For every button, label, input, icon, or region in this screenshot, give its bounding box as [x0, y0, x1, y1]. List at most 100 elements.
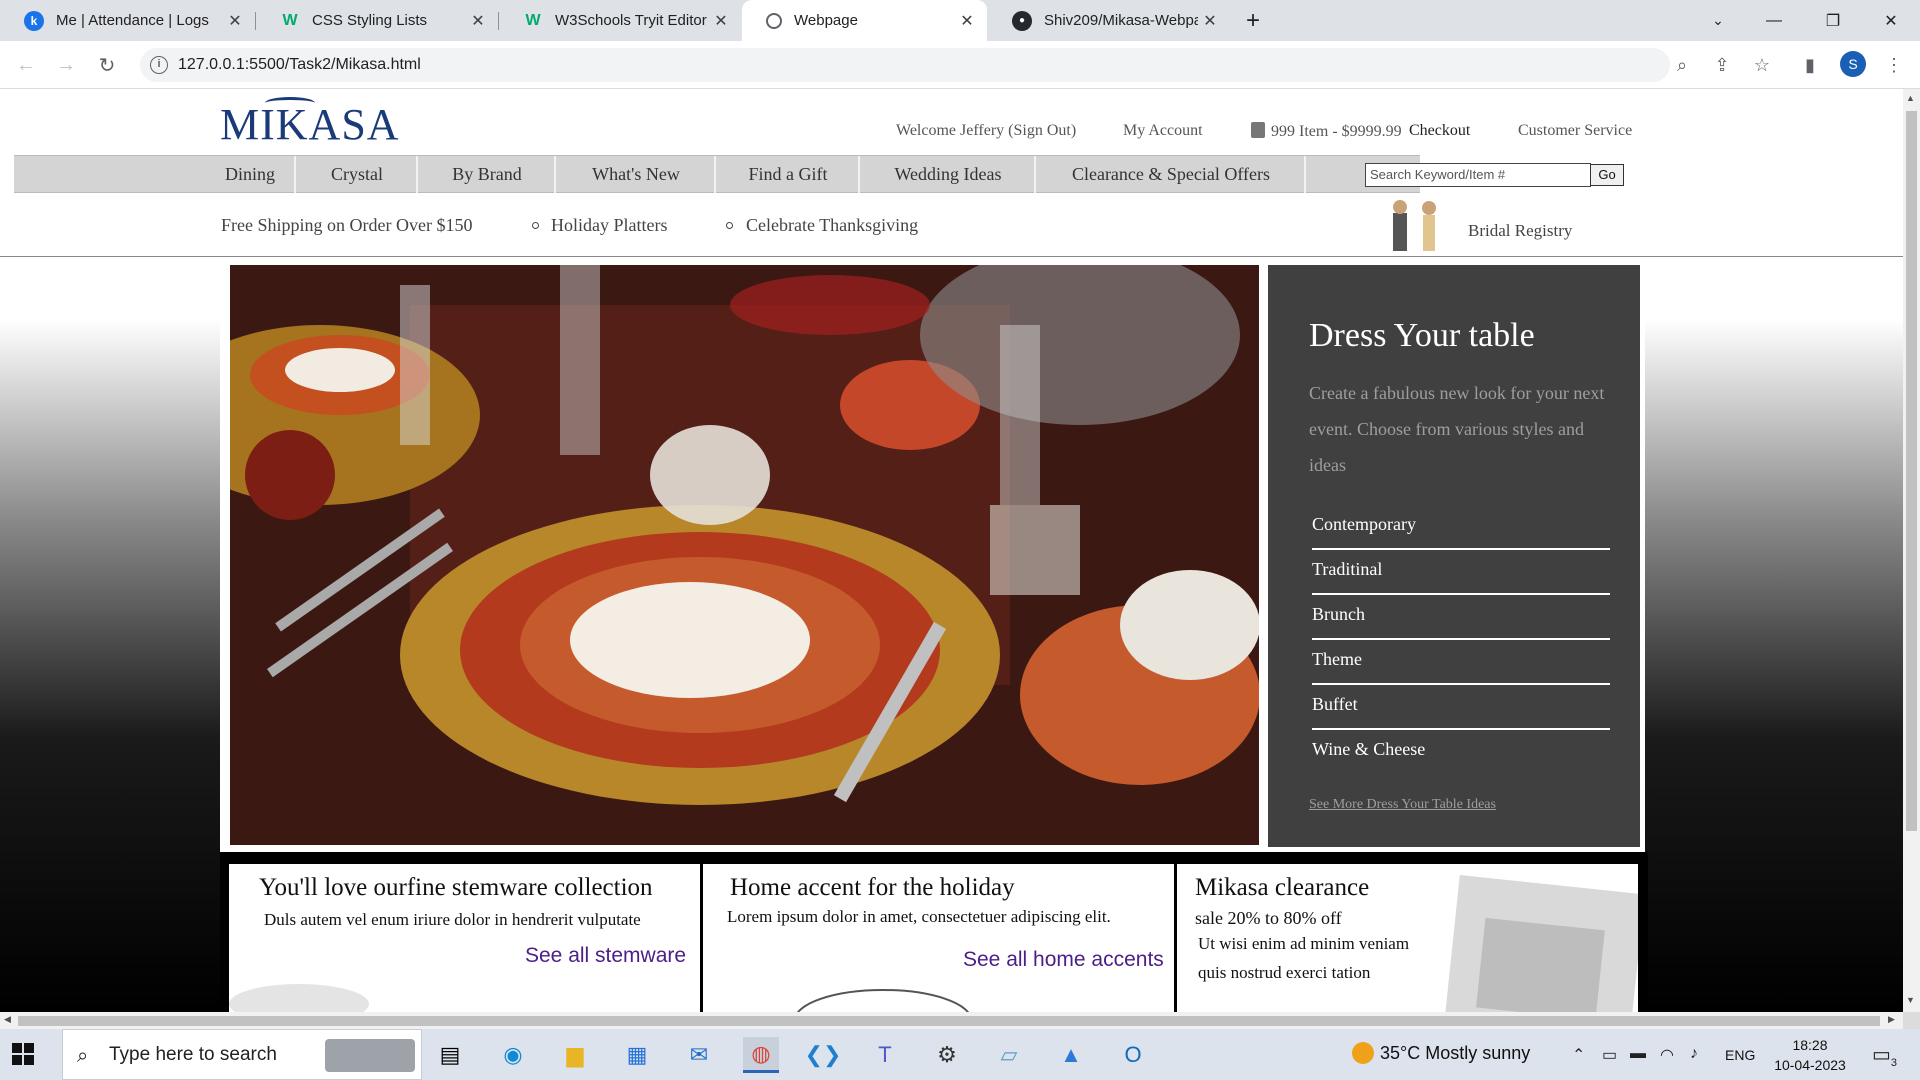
- scroll-down-icon[interactable]: ▼: [1906, 995, 1915, 1005]
- search-input[interactable]: Search Keyword/Item #: [1365, 163, 1591, 187]
- vscode-icon[interactable]: ❮❯: [805, 1037, 842, 1073]
- stemware-image: [229, 984, 369, 1012]
- holiday-platters-link[interactable]: Holiday Platters: [551, 215, 667, 236]
- url-text[interactable]: 127.0.0.1:5500/Task2/Mikasa.html: [178, 56, 421, 74]
- notepad-icon[interactable]: ▱: [991, 1037, 1027, 1073]
- nav-clearance[interactable]: Clearance & Special Offers: [1038, 156, 1306, 193]
- wifi-icon[interactable]: ◠: [1660, 1045, 1674, 1065]
- close-tab-icon[interactable]: ✕: [466, 11, 490, 31]
- weather-text[interactable]: 35°C Mostly sunny: [1350, 1043, 1530, 1064]
- promo-home-accents: Home accent for the holiday Lorem ipsum …: [703, 864, 1174, 1012]
- side-panel-icon[interactable]: ▮: [1798, 53, 1822, 77]
- cart-count: 999 Item - $9999.99: [1271, 123, 1402, 140]
- my-account-link[interactable]: My Account: [1123, 122, 1203, 140]
- volume-icon[interactable]: ♪: [1690, 1045, 1698, 1063]
- tab-tryit-editor[interactable]: W W3Schools Tryit Editor ✕: [499, 0, 741, 41]
- see-all-stemware-link[interactable]: See all stemware: [525, 944, 686, 968]
- dress-item-contemporary[interactable]: Contemporary: [1312, 505, 1610, 550]
- language-indicator[interactable]: ENG: [1725, 1047, 1755, 1063]
- restore-button[interactable]: ❐: [1810, 0, 1856, 41]
- file-explorer-icon[interactable]: ▆: [557, 1037, 593, 1073]
- bookmark-star-icon[interactable]: ☆: [1750, 53, 1774, 77]
- dress-item-brunch[interactable]: Brunch: [1312, 595, 1610, 640]
- page-viewport: MIKASA Welcome Jeffery (Sign Out) My Acc…: [0, 89, 1903, 1012]
- promo-clearance: Mikasa clearance sale 20% to 80% off Ut …: [1177, 864, 1638, 1012]
- notification-icon[interactable]: ▭3: [1872, 1042, 1897, 1069]
- scroll-thumb[interactable]: [18, 1016, 1880, 1026]
- vertical-scrollbar[interactable]: ▲ ▼: [1903, 89, 1920, 1012]
- close-tab-icon[interactable]: ✕: [223, 11, 247, 31]
- mail-icon[interactable]: ✉: [681, 1037, 717, 1073]
- tab-search-icon[interactable]: ⌄: [1695, 0, 1741, 41]
- tab-attendance[interactable]: k Me | Attendance | Logs ✕: [0, 0, 255, 41]
- windows-start-icon[interactable]: [12, 1043, 34, 1065]
- taskbar-search[interactable]: ⌕ Type here to search: [62, 1029, 422, 1080]
- tab-webpage[interactable]: Webpage ✕: [742, 0, 987, 41]
- share-icon[interactable]: ⇪: [1710, 53, 1734, 77]
- teams-icon[interactable]: T: [867, 1037, 903, 1073]
- photos-icon[interactable]: ▲: [1053, 1037, 1089, 1073]
- nav-whats-new[interactable]: What's New: [558, 156, 716, 193]
- close-window-button[interactable]: ✕: [1868, 0, 1914, 41]
- address-bar[interactable]: i 127.0.0.1:5500/Task2/Mikasa.html: [140, 48, 1670, 82]
- forward-icon[interactable]: →: [52, 51, 80, 79]
- outlook-icon[interactable]: O: [1115, 1037, 1151, 1073]
- dress-item-traditinal[interactable]: Traditinal: [1312, 550, 1610, 595]
- tray-app-icon[interactable]: ▭: [1602, 1045, 1617, 1065]
- close-tab-icon[interactable]: ✕: [955, 11, 979, 31]
- celebrate-thanksgiving-link[interactable]: Celebrate Thanksgiving: [746, 215, 918, 236]
- dress-item-wine-cheese[interactable]: Wine & Cheese: [1312, 730, 1610, 775]
- table-setting-image: [230, 265, 1259, 845]
- customer-service-link[interactable]: Customer Service: [1518, 122, 1632, 140]
- clock[interactable]: 18:28 10-04-2023: [1770, 1035, 1850, 1075]
- promo-stemware: You'll love ourfine stemware collection …: [229, 864, 700, 1012]
- welcome-signout-link[interactable]: Welcome Jeffery (Sign Out): [896, 122, 1076, 140]
- tab-css-lists[interactable]: W CSS Styling Lists ✕: [256, 0, 498, 41]
- zoom-icon[interactable]: ⌕: [1670, 53, 1694, 77]
- weather-value: 35°C Mostly sunny: [1380, 1043, 1531, 1063]
- scroll-right-icon[interactable]: ▶: [1888, 1014, 1895, 1025]
- nav-by-brand[interactable]: By Brand: [420, 156, 556, 193]
- task-view-icon[interactable]: ▤: [432, 1037, 468, 1073]
- dress-item-theme[interactable]: Theme: [1312, 640, 1610, 685]
- windows-taskbar: ⌕ Type here to search ▤ ◉ ▆ ▦ ✉ ◍ ❮❯ T ⚙…: [0, 1029, 1920, 1080]
- edge-icon[interactable]: ◉: [495, 1037, 531, 1073]
- minimize-button[interactable]: —: [1751, 0, 1797, 41]
- promo-title: Home accent for the holiday: [730, 874, 1015, 901]
- go-button[interactable]: Go: [1590, 164, 1624, 186]
- kiwi-favicon-icon: k: [24, 10, 44, 31]
- checkout-link[interactable]: Checkout: [1409, 122, 1470, 140]
- nav-find-a-gift[interactable]: Find a Gift: [718, 156, 860, 193]
- cart-summary[interactable]: 999 Item - $9999.99: [1251, 122, 1402, 141]
- close-tab-icon[interactable]: ✕: [709, 11, 733, 31]
- tab-github[interactable]: ● Shiv209/Mikasa-Webpage ✕: [988, 0, 1230, 41]
- battery-icon[interactable]: ▬: [1630, 1045, 1646, 1063]
- chrome-icon[interactable]: ◍: [743, 1037, 779, 1073]
- see-all-home-accents-link[interactable]: See all home accents: [963, 948, 1164, 972]
- new-tab-button[interactable]: +: [1230, 0, 1276, 41]
- dress-your-table-panel: Dress Your table Create a fabulous new l…: [1268, 265, 1640, 847]
- see-more-ideas-link[interactable]: See More Dress Your Table Ideas: [1309, 797, 1496, 813]
- horizontal-scrollbar[interactable]: ◀ ▶: [0, 1012, 1903, 1029]
- clock-date: 10-04-2023: [1774, 1057, 1846, 1073]
- menu-kebab-icon[interactable]: ⋮: [1882, 53, 1906, 77]
- nav-wedding-ideas[interactable]: Wedding Ideas: [862, 156, 1036, 193]
- site-info-icon[interactable]: i: [150, 56, 168, 74]
- profile-avatar[interactable]: S: [1840, 51, 1866, 77]
- dress-item-buffet[interactable]: Buffet: [1312, 685, 1610, 730]
- nav-dining[interactable]: Dining: [206, 156, 296, 193]
- tab-title: Me | Attendance | Logs: [56, 12, 209, 29]
- bridal-registry-link[interactable]: Bridal Registry: [1468, 221, 1572, 241]
- chevron-up-icon[interactable]: ⌃: [1572, 1045, 1585, 1065]
- back-icon[interactable]: ←: [12, 51, 40, 79]
- scroll-thumb[interactable]: [1906, 111, 1917, 831]
- mikasa-logo[interactable]: MIKASA: [220, 97, 400, 150]
- nav-crystal[interactable]: Crystal: [298, 156, 418, 193]
- tab-title: CSS Styling Lists: [312, 12, 428, 29]
- settings-gear-icon[interactable]: ⚙: [929, 1037, 965, 1073]
- store-icon[interactable]: ▦: [619, 1037, 655, 1073]
- close-tab-icon[interactable]: ✕: [1198, 11, 1222, 31]
- scroll-up-icon[interactable]: ▲: [1906, 93, 1915, 103]
- scroll-left-icon[interactable]: ◀: [4, 1014, 11, 1025]
- reload-icon[interactable]: ↻: [93, 51, 121, 79]
